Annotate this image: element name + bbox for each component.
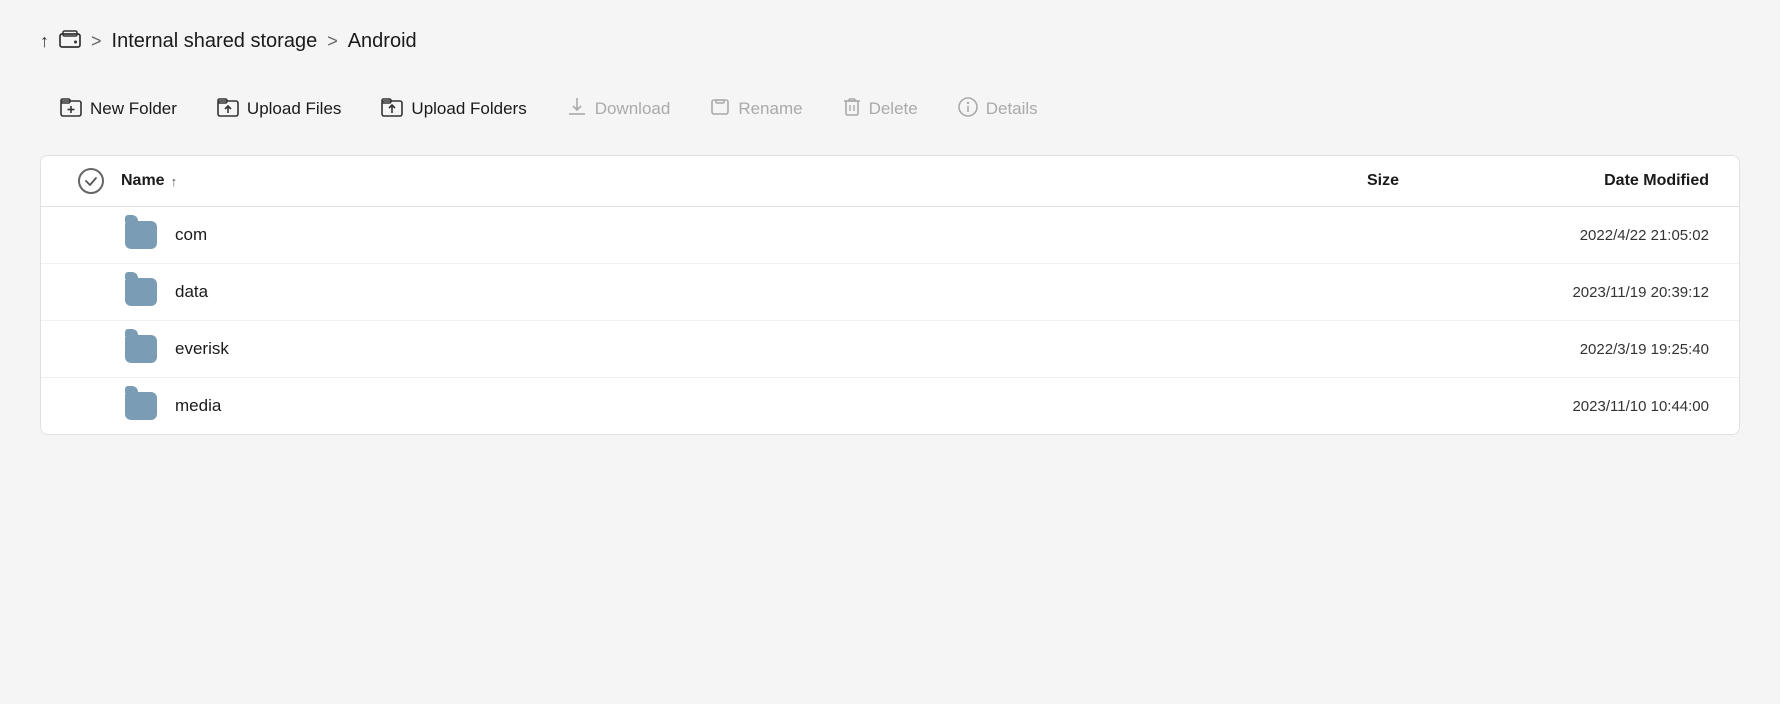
file-date: 2022/3/19 19:25:40 [1439, 341, 1719, 358]
main-container: ↑ > Internal shared storage > Android [0, 0, 1780, 704]
rename-icon [710, 96, 730, 121]
upload-folders-icon [381, 96, 403, 121]
upload-files-icon [217, 96, 239, 121]
file-name: com [175, 225, 207, 245]
folder-icon [125, 335, 157, 363]
download-icon [567, 96, 587, 121]
file-name: media [175, 396, 221, 416]
file-date: 2022/4/22 21:05:02 [1439, 227, 1719, 244]
folder-icon-cell [121, 278, 157, 306]
details-icon [958, 97, 978, 120]
up-icon[interactable]: ↑ [40, 31, 49, 52]
upload-folders-button[interactable]: Upload Folders [361, 86, 546, 131]
folder-icon-cell [121, 221, 157, 249]
toolbar: New Folder Upload Files [40, 86, 1740, 131]
column-size-header[interactable]: Size [1259, 172, 1439, 190]
check-circle-all[interactable] [78, 168, 104, 194]
table-row[interactable]: com 2022/4/22 21:05:02 [41, 207, 1739, 264]
column-name-label: Name [121, 172, 165, 190]
table-row[interactable]: media 2023/11/10 10:44:00 [41, 378, 1739, 434]
file-list-container: Name ↑ Size Date Modified com 2022/4/22 … [40, 155, 1740, 435]
file-date: 2023/11/10 10:44:00 [1439, 398, 1719, 415]
file-name: data [175, 282, 208, 302]
select-all-checkbox[interactable] [61, 168, 121, 194]
breadcrumb-root[interactable]: Internal shared storage [112, 30, 318, 53]
breadcrumb-separator-2: > [327, 31, 338, 52]
folder-icon-cell [121, 335, 157, 363]
column-size-label: Size [1367, 172, 1399, 189]
breadcrumb: ↑ > Internal shared storage > Android [40, 28, 1740, 54]
table-row[interactable]: everisk 2022/3/19 19:25:40 [41, 321, 1739, 378]
folder-icon [125, 221, 157, 249]
new-folder-button[interactable]: New Folder [40, 86, 197, 131]
column-date-header[interactable]: Date Modified [1439, 172, 1719, 190]
drive-icon[interactable] [59, 28, 81, 54]
breadcrumb-current: Android [348, 30, 417, 53]
details-button[interactable]: Details [938, 87, 1058, 130]
upload-files-button[interactable]: Upload Files [197, 86, 362, 131]
file-list-header: Name ↑ Size Date Modified [41, 156, 1739, 207]
upload-folders-label: Upload Folders [411, 99, 526, 119]
column-name-header[interactable]: Name ↑ [121, 172, 1259, 190]
download-label: Download [595, 99, 671, 119]
breadcrumb-separator-1: > [91, 31, 102, 52]
details-label: Details [986, 99, 1038, 119]
delete-icon [843, 96, 861, 121]
folder-icon-cell [121, 392, 157, 420]
rename-button[interactable]: Rename [690, 86, 822, 131]
sort-asc-icon: ↑ [171, 174, 178, 189]
new-folder-label: New Folder [90, 99, 177, 119]
download-button[interactable]: Download [547, 86, 691, 131]
file-date: 2023/11/19 20:39:12 [1439, 284, 1719, 301]
column-date-label: Date Modified [1604, 172, 1709, 189]
new-folder-icon [60, 96, 82, 121]
rename-label: Rename [738, 99, 802, 119]
delete-label: Delete [869, 99, 918, 119]
table-row[interactable]: data 2023/11/19 20:39:12 [41, 264, 1739, 321]
folder-icon [125, 392, 157, 420]
delete-button[interactable]: Delete [823, 86, 938, 131]
folder-icon [125, 278, 157, 306]
upload-files-label: Upload Files [247, 99, 342, 119]
file-name: everisk [175, 339, 229, 359]
